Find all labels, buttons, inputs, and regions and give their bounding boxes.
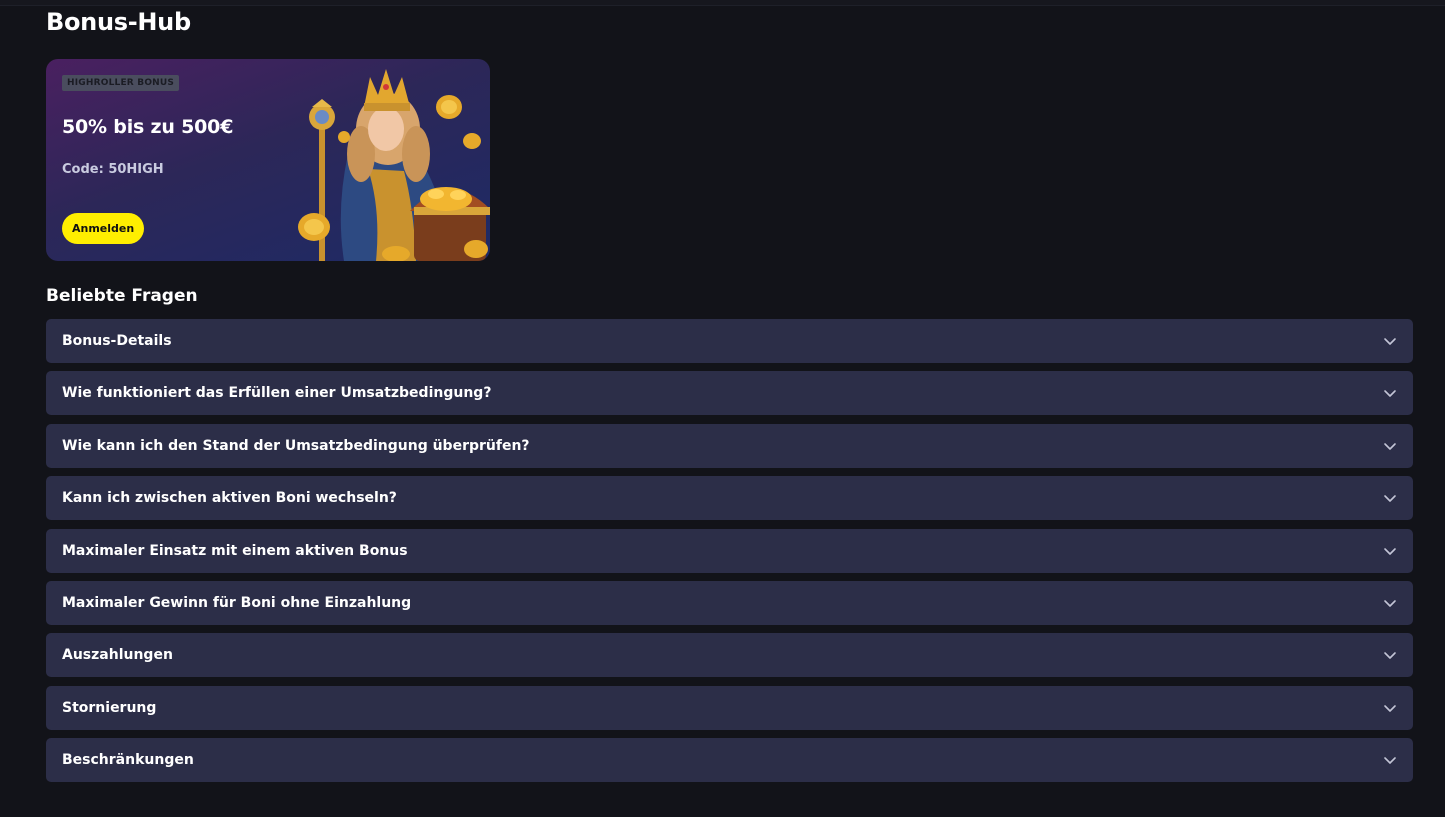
faq-item-label: Auszahlungen [62, 647, 173, 664]
chevron-down-icon [1384, 757, 1396, 764]
faq-item-label: Maximaler Gewinn für Boni ohne Einzahlun… [62, 594, 412, 611]
chevron-down-icon [1384, 442, 1396, 450]
faq-item-label: Wie kann ich den Stand der Umsatzbedingu… [62, 437, 530, 454]
faq-item-max-win[interactable]: Maximaler Gewinn für Boni ohne Einzahlun… [46, 580, 1413, 625]
page-title: Bonus-Hub [46, 8, 191, 36]
faq-item-label: Maximaler Einsatz mit einem aktiven Bonu… [62, 542, 408, 559]
faq-item-wagering-status[interactable]: Wie kann ich den Stand der Umsatzbedingu… [46, 423, 1413, 468]
chevron-down-icon [1384, 547, 1396, 555]
bonus-badge: HIGHROLLER BONUS [62, 75, 180, 91]
faq-item-wagering-fulfillment[interactable]: Wie funktioniert das Erfüllen einer Umsa… [46, 371, 1413, 416]
faq-item-switch-bonuses[interactable]: Kann ich zwischen aktiven Boni wechseln? [46, 476, 1413, 521]
chevron-down-icon [1384, 600, 1396, 607]
faq-item-withdrawals[interactable]: Auszahlungen [46, 633, 1413, 678]
chevron-down-icon [1384, 704, 1396, 712]
queen-treasure-illustration [298, 69, 490, 261]
chevron-down-icon [1384, 390, 1396, 398]
faq-item-label: Stornierung [62, 699, 157, 716]
faq-item-bonus-details[interactable]: Bonus-Details [46, 319, 1413, 363]
faq-heading: Beliebte Fragen [46, 286, 198, 306]
bonus-card: HIGHROLLER BONUS 50% bis zu 500€ Code: 5… [46, 59, 490, 261]
faq-item-label: Bonus-Details [62, 333, 172, 349]
chevron-down-icon [1384, 338, 1396, 345]
faq-item-label: Wie funktioniert das Erfüllen einer Umsa… [62, 385, 492, 402]
chevron-down-icon [1384, 652, 1396, 660]
faq-item-label: Kann ich zwischen aktiven Boni wechseln? [62, 490, 397, 507]
top-bar-edge [0, 0, 1445, 6]
faq-item-restrictions[interactable]: Beschränkungen [46, 738, 1413, 783]
faq-item-max-bet[interactable]: Maximaler Einsatz mit einem aktiven Bonu… [46, 528, 1413, 573]
faq-item-label: Beschränkungen [62, 752, 194, 769]
bonus-code: Code: 50HIGH [62, 162, 164, 177]
chevron-down-icon [1384, 495, 1396, 502]
faq-item-cancellation[interactable]: Stornierung [46, 685, 1413, 730]
bonus-headline: 50% bis zu 500€ [62, 116, 234, 138]
login-button[interactable]: Anmelden [62, 213, 145, 244]
faq-accordion: Bonus-Details Wie funktioniert das Erfül… [46, 319, 1413, 791]
